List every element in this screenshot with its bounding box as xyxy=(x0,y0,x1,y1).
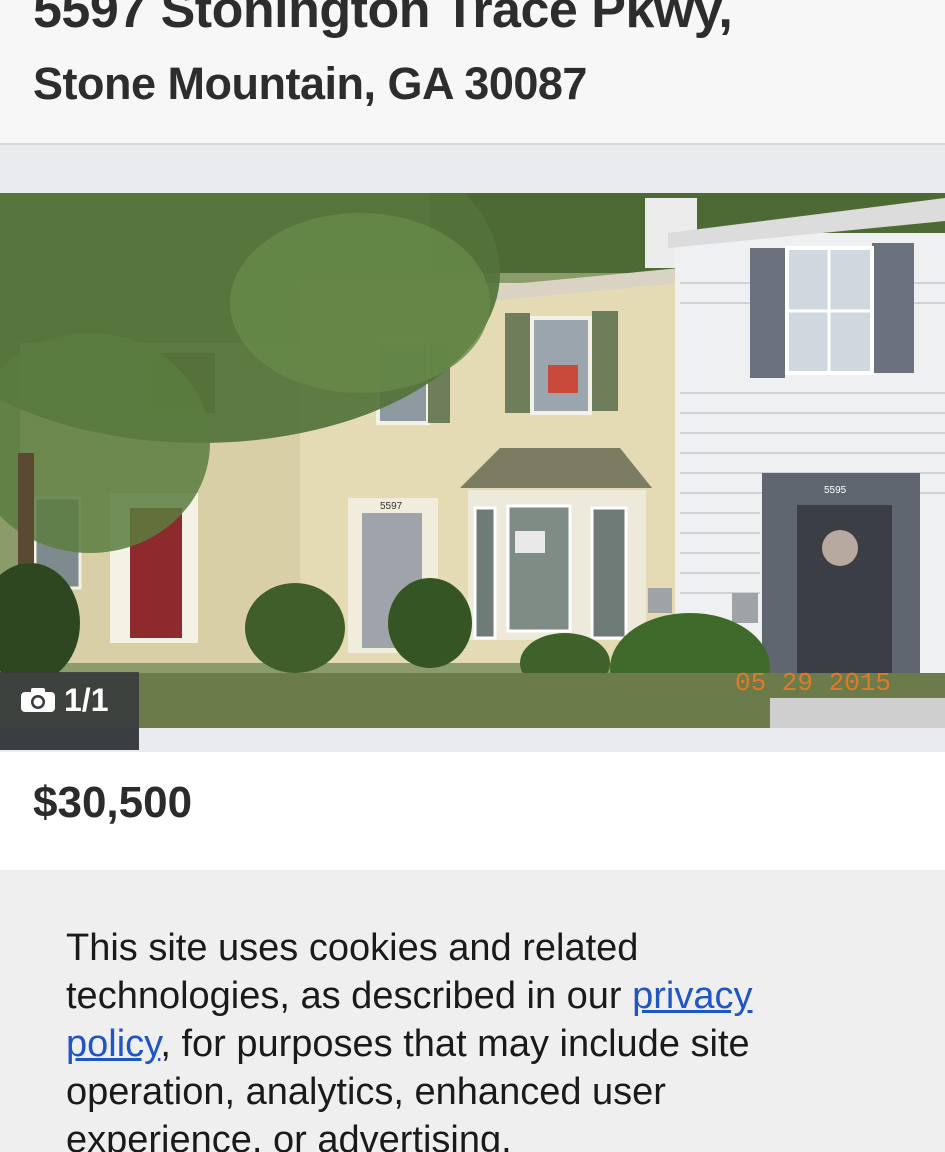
photo-footer-bar xyxy=(0,728,945,752)
listing-page: 5597 Stonington Trace Pkwy, Stone Mounta… xyxy=(0,0,945,1152)
cookie-notice: This site uses cookies and related techn… xyxy=(0,870,945,1152)
house-number-left: 5597 xyxy=(380,501,403,512)
address-line-2: Stone Mountain, GA 30087 xyxy=(33,58,587,109)
listing-photo[interactable]: 5597 5595 05 29 2015 1/1 xyxy=(0,193,945,728)
photo-counter-text: 1/1 xyxy=(64,681,109,718)
header-spacer xyxy=(0,145,945,193)
address-line-1: 5597 Stonington Trace Pkwy, xyxy=(33,0,733,39)
cookie-text-before: This site uses cookies and related techn… xyxy=(66,927,639,1017)
house-number-right: 5595 xyxy=(824,485,847,496)
house-photo-illustration: 5597 5595 05 29 2015 xyxy=(0,193,945,728)
photo-counter-badge[interactable]: 1/1 xyxy=(0,672,139,728)
listing-header: 5597 Stonington Trace Pkwy, Stone Mounta… xyxy=(0,0,945,145)
cookie-text-after: , for purposes that may include site ope… xyxy=(66,1023,750,1152)
price-section: $30,500 xyxy=(0,752,945,870)
photo-date-stamp: 05 29 2015 xyxy=(735,668,891,698)
listing-price: $30,500 xyxy=(33,778,193,827)
camera-icon xyxy=(21,688,55,712)
photo-counter-shadow xyxy=(0,728,139,750)
cookie-notice-text: This site uses cookies and related techn… xyxy=(66,924,846,1152)
